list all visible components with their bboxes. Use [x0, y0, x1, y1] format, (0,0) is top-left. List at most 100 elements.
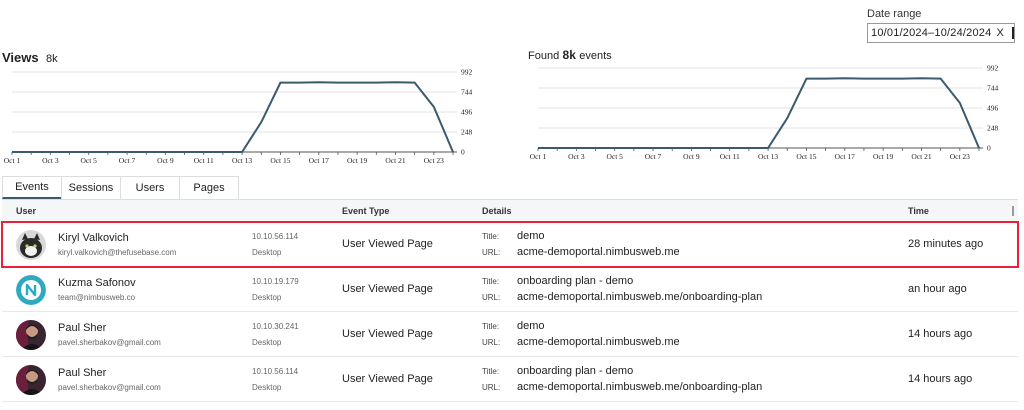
- x-tick-label: Oct 1: [530, 152, 547, 161]
- device-type: Desktop: [252, 293, 282, 302]
- title-label: Title:: [482, 322, 500, 331]
- x-tick-label: Oct 3: [568, 152, 585, 161]
- nimbus-logo-avatar: [16, 275, 46, 305]
- person-avatar: [16, 365, 46, 395]
- x-tick-label: Oct 17: [835, 152, 855, 161]
- page-title: demo: [517, 320, 545, 332]
- table-row[interactable]: Paul Sher pavel.sherbakov@gmail.com 10.1…: [2, 312, 1018, 357]
- x-tick-label: Oct 11: [194, 156, 214, 165]
- event-time: 14 hours ago: [908, 373, 973, 385]
- header-time[interactable]: Time: [908, 206, 929, 216]
- events-table: User Event Type Details Time Kiryl Valko…: [1, 200, 1019, 402]
- event-type: User Viewed Page: [342, 238, 433, 250]
- views-chart-title: Views 8k: [2, 50, 58, 65]
- table-row[interactable]: Kiryl Valkovich kiryl.valkovich@thefuseb…: [1, 221, 1019, 268]
- header-event-type[interactable]: Event Type: [342, 206, 389, 216]
- x-tick-label: Oct 13: [758, 152, 778, 161]
- x-tick-label: Oct 9: [157, 156, 174, 165]
- table-row[interactable]: Paul Sher pavel.sherbakov@gmail.com 10.1…: [2, 357, 1018, 402]
- event-type: User Viewed Page: [342, 283, 433, 295]
- clear-date-button[interactable]: X: [996, 27, 1004, 39]
- y-tick-label: 496: [461, 108, 473, 117]
- ip-address: 10.10.19.179: [252, 277, 299, 286]
- x-tick-label: Oct 21: [385, 156, 405, 165]
- views-chart: 0 248 496 744 992 Oct 1 Oct 3 Oct 5 Oct 7 Oct 9 Oc…: [4, 68, 473, 166]
- y-tick-label: 992: [987, 64, 999, 73]
- url-label: URL:: [482, 248, 501, 257]
- user-email: kiryl.valkovich@thefusebase.com: [58, 248, 177, 257]
- y-tick-label: 0: [461, 148, 465, 157]
- x-tick-label: Oct 21: [911, 152, 931, 161]
- person-avatar: [16, 320, 46, 350]
- event-time: an hour ago: [908, 283, 967, 295]
- y-tick-label: 744: [987, 84, 999, 93]
- title-label: Title:: [482, 232, 500, 241]
- x-tick-label: Oct 23: [424, 156, 444, 165]
- series-line: [12, 81, 454, 153]
- page-url: acme-demoportal.nimbusweb.me/onboarding-…: [517, 291, 763, 303]
- series-line: [538, 77, 980, 149]
- y-tick-label: 992: [461, 68, 473, 77]
- x-tick-label: Oct 1: [4, 156, 21, 165]
- x-tick-label: Oct 19: [347, 156, 367, 165]
- page-title: demo: [517, 230, 545, 242]
- user-email: pavel.sherbakov@gmail.com: [58, 338, 161, 347]
- user-name: Kiryl Valkovich: [58, 232, 129, 244]
- x-tick-label: Oct 7: [645, 152, 662, 161]
- url-label: URL:: [482, 383, 501, 392]
- tab-events[interactable]: Events: [2, 176, 62, 199]
- y-tick-label: 248: [987, 124, 999, 133]
- ip-address: 10.10.56.114: [252, 232, 299, 241]
- user-email: team@nimbusweb.co: [58, 293, 136, 302]
- y-tick-label: 0: [987, 144, 991, 153]
- device-type: Desktop: [252, 248, 282, 257]
- event-type: User Viewed Page: [342, 373, 433, 385]
- device-type: Desktop: [252, 338, 282, 347]
- tab-bar: Events Sessions Users Pages: [2, 176, 1018, 200]
- x-tick-label: Oct 3: [42, 156, 59, 165]
- x-tick-label: Oct 7: [119, 156, 136, 165]
- events-chart: 0 248 496 744 992 Oct 1 Oct 3 Oct 5 Oct 7 Oct 9 Oc…: [530, 64, 999, 162]
- header-user[interactable]: User: [16, 206, 36, 216]
- x-tick-label: Oct 17: [309, 156, 329, 165]
- y-tick-label: 248: [461, 128, 473, 137]
- table-row[interactable]: Kuzma Safonov team@nimbusweb.co 10.10.19…: [2, 267, 1018, 312]
- x-tick-label: Oct 5: [606, 152, 623, 161]
- x-tick-label: Oct 15: [270, 156, 290, 165]
- calendar-icon[interactable]: [1012, 27, 1014, 39]
- event-time: 28 minutes ago: [908, 238, 984, 250]
- date-range-input[interactable]: 10/01/2024 – 10/24/2024 X: [867, 23, 1015, 43]
- title-label: Title:: [482, 277, 500, 286]
- event-time: 14 hours ago: [908, 328, 973, 340]
- x-tick-label: Oct 15: [796, 152, 816, 161]
- header-details[interactable]: Details: [482, 206, 512, 216]
- url-label: URL:: [482, 338, 501, 347]
- x-tick-label: Oct 19: [873, 152, 893, 161]
- x-tick-label: Oct 5: [80, 156, 97, 165]
- page-url: acme-demoportal.nimbusweb.me: [517, 336, 680, 348]
- title-label: Title:: [482, 367, 500, 376]
- user-name: Kuzma Safonov: [58, 277, 136, 289]
- x-tick-label: Oct 23: [950, 152, 970, 161]
- tab-users[interactable]: Users: [120, 176, 180, 199]
- ip-address: 10.10.56.114: [252, 367, 299, 376]
- page-url: acme-demoportal.nimbusweb.me/onboarding-…: [517, 381, 763, 393]
- url-label: URL:: [482, 293, 501, 302]
- table-header: User Event Type Details Time: [2, 200, 1018, 222]
- date-range-label: Date range: [867, 8, 922, 20]
- ip-address: 10.10.30.241: [252, 322, 299, 331]
- event-type: User Viewed Page: [342, 328, 433, 340]
- user-email: pavel.sherbakov@gmail.com: [58, 383, 161, 392]
- user-name: Paul Sher: [58, 322, 107, 334]
- views-title: Views: [2, 50, 39, 65]
- page-title: onboarding plan - demo: [517, 365, 634, 377]
- date-range-end: 10/24/2024: [934, 27, 992, 39]
- column-resize-handle[interactable]: [1012, 206, 1014, 216]
- tab-sessions[interactable]: Sessions: [61, 176, 121, 199]
- page-url: acme-demoportal.nimbusweb.me: [517, 246, 680, 258]
- date-range-picker: Date range 10/01/2024 – 10/24/2024 X: [867, 8, 1015, 43]
- y-tick-label: 496: [987, 104, 999, 113]
- x-tick-label: Oct 11: [720, 152, 740, 161]
- y-tick-label: 744: [461, 88, 473, 97]
- tab-pages[interactable]: Pages: [179, 176, 239, 199]
